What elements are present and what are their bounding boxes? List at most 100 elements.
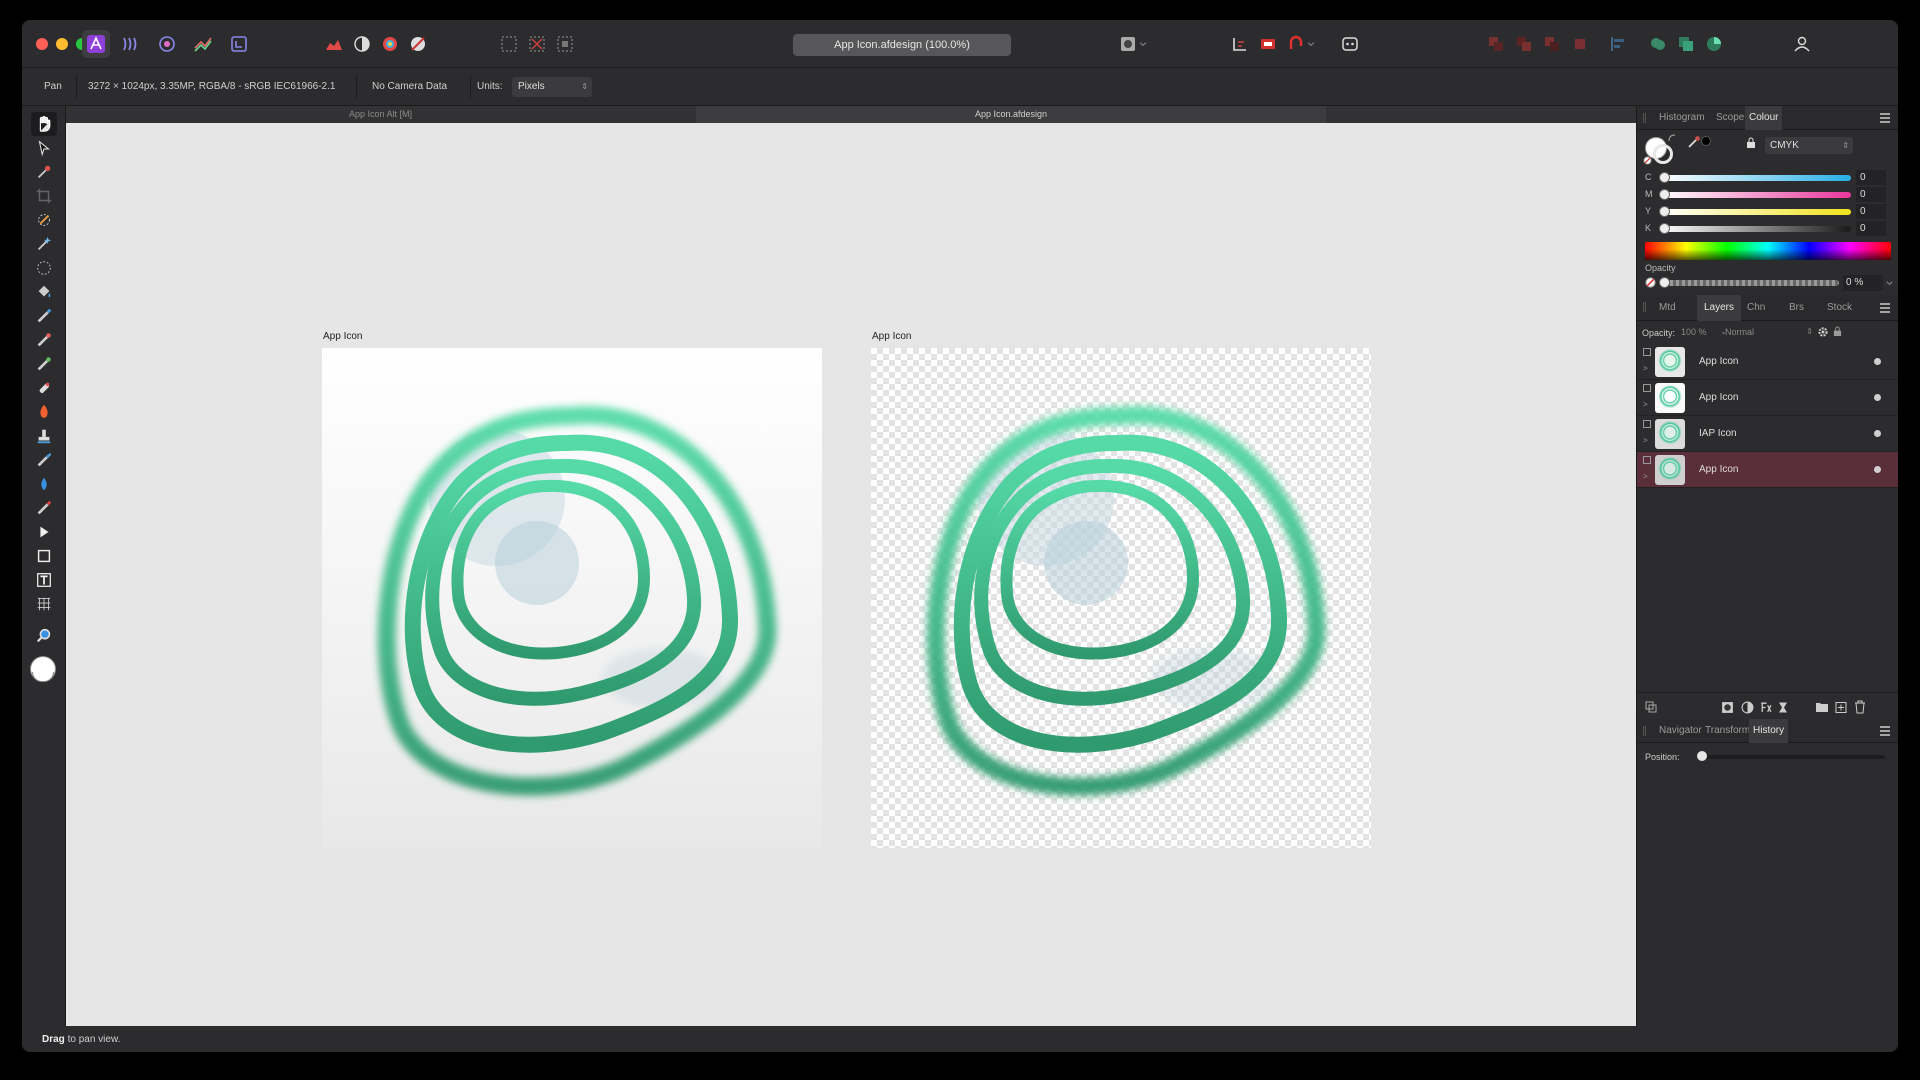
expand-chevron-icon[interactable]: >	[1643, 400, 1648, 409]
magenta-track[interactable]	[1661, 192, 1851, 198]
boolean-add-icon[interactable]	[1644, 30, 1672, 58]
opacity-slider[interactable]	[1661, 280, 1839, 286]
yellow-track[interactable]	[1661, 209, 1851, 215]
expand-chevron-icon[interactable]: >	[1643, 472, 1648, 481]
expand-chevron-icon[interactable]: >	[1643, 364, 1648, 373]
assistant-icon[interactable]	[1254, 30, 1282, 58]
layer-row[interactable]: > App Icon	[1637, 344, 1898, 380]
mask-icon[interactable]	[1721, 701, 1734, 714]
no-fill-icon[interactable]	[1643, 156, 1652, 165]
tab-navigator[interactable]: Navigator	[1655, 719, 1706, 743]
visibility-toggle[interactable]	[1874, 358, 1881, 365]
black-value[interactable]: 0	[1856, 221, 1886, 236]
deselect-icon[interactable]	[523, 30, 551, 58]
layer-row[interactable]: > App Icon	[1637, 380, 1898, 416]
arrange-back-icon[interactable]	[1482, 30, 1510, 58]
auto-contrast-icon[interactable]	[348, 30, 376, 58]
visibility-toggle[interactable]	[1874, 466, 1881, 473]
levels-icon[interactable]	[320, 30, 348, 58]
units-select[interactable]: Pixels ⇕	[512, 77, 592, 97]
group-icon[interactable]	[1815, 701, 1829, 713]
live-filter-icon[interactable]	[1759, 701, 1772, 714]
tab-app-icon-alt[interactable]: App Icon Alt [M]	[66, 106, 695, 123]
panel-menu-icon[interactable]	[1879, 302, 1891, 314]
colour-picker-tool-icon[interactable]	[31, 160, 57, 184]
healing-brush-tool-icon[interactable]	[31, 376, 57, 400]
black-slider[interactable]: K 0	[1645, 221, 1895, 236]
mesh-warp-tool-icon[interactable]	[31, 592, 57, 616]
yellow-knob[interactable]	[1659, 206, 1670, 217]
snapping-icon[interactable]	[1226, 30, 1254, 58]
adjustment-icon[interactable]	[1741, 701, 1754, 714]
boolean-intersect-icon[interactable]	[1700, 30, 1728, 58]
layer-options-icon[interactable]	[1645, 701, 1657, 713]
cyan-value[interactable]: 0	[1856, 170, 1886, 185]
picked-colour-swatch[interactable]	[1701, 136, 1711, 146]
visibility-toggle[interactable]	[1874, 394, 1881, 401]
cyan-knob[interactable]	[1659, 172, 1670, 183]
tab-brushes[interactable]: Brs	[1785, 295, 1808, 321]
tab-channels[interactable]: Chn	[1743, 295, 1769, 321]
blur-tool-icon[interactable]	[31, 472, 57, 496]
gradient-tool-icon[interactable]	[31, 496, 57, 520]
rectangle-tool-icon[interactable]	[31, 544, 57, 568]
expand-chevron-icon[interactable]: >	[1643, 436, 1648, 445]
paint-brush-tool-icon[interactable]	[31, 304, 57, 328]
tab-transform[interactable]: Transform	[1701, 719, 1754, 743]
gear-icon[interactable]	[1817, 326, 1829, 338]
lock-icon[interactable]	[1833, 326, 1842, 337]
zoom-tool-icon[interactable]	[31, 624, 57, 648]
panel-grip[interactable]	[1643, 113, 1646, 123]
colour-replacement-tool-icon[interactable]	[31, 328, 57, 352]
chevron-down-icon[interactable]	[1885, 279, 1894, 288]
tab-histogram[interactable]: Histogram	[1655, 106, 1709, 130]
magenta-slider[interactable]: M 0	[1645, 187, 1895, 202]
panel-grip[interactable]	[1643, 302, 1646, 312]
tab-stock[interactable]: Stock	[1823, 295, 1856, 321]
history-position-slider[interactable]	[1699, 755, 1885, 759]
marquee-tool-icon[interactable]	[31, 256, 57, 280]
opacity-value[interactable]: 0 %	[1843, 275, 1883, 291]
view-mode-icon[interactable]	[1336, 30, 1364, 58]
account-icon[interactable]	[1788, 30, 1816, 58]
layer-row-selected[interactable]: > App Icon	[1637, 452, 1898, 488]
pixel-layer-icon[interactable]	[1777, 701, 1789, 714]
history-position-knob[interactable]	[1697, 751, 1707, 761]
artboard-app-icon-transparent[interactable]	[871, 348, 1371, 848]
colour-model-select[interactable]: CMYK ⇕	[1765, 137, 1853, 154]
tab-history[interactable]: History	[1749, 719, 1789, 743]
visibility-toggle[interactable]	[1874, 430, 1881, 437]
tab-app-icon[interactable]: App Icon.afdesign	[696, 106, 1326, 123]
magenta-knob[interactable]	[1659, 189, 1670, 200]
tab-colour[interactable]: Colour	[1745, 106, 1783, 130]
export-persona-icon[interactable]	[225, 30, 253, 58]
auto-white-balance-icon[interactable]	[404, 30, 432, 58]
photo-persona-icon[interactable]	[82, 30, 110, 58]
layer-row[interactable]: > IAP Icon	[1637, 416, 1898, 452]
clone-stamp-tool-icon[interactable]	[31, 424, 57, 448]
arrange-front-icon[interactable]	[1566, 30, 1594, 58]
selection-brush-tool-icon[interactable]	[31, 208, 57, 232]
move-tool-icon[interactable]	[31, 136, 57, 160]
layer-opacity-field[interactable]: 100 % ⌄	[1681, 324, 1729, 340]
flood-select-tool-icon[interactable]	[31, 232, 57, 256]
add-layer-icon[interactable]	[1835, 701, 1847, 714]
view-tool-hand-icon[interactable]	[31, 112, 57, 136]
swap-colours-icon[interactable]	[1667, 133, 1677, 143]
panel-grip[interactable]	[1643, 726, 1646, 736]
text-tool-icon[interactable]	[31, 568, 57, 592]
crop-tool-icon[interactable]	[31, 184, 57, 208]
lock-icon[interactable]	[1746, 137, 1756, 149]
chevron-down-icon[interactable]	[1304, 30, 1318, 58]
burn-tool-icon[interactable]	[31, 400, 57, 424]
no-colour-icon[interactable]	[1645, 277, 1656, 288]
eyedropper-icon[interactable]	[1687, 135, 1701, 149]
auto-colour-icon[interactable]	[376, 30, 404, 58]
black-track[interactable]	[1661, 226, 1851, 232]
select-all-icon[interactable]	[495, 30, 523, 58]
tab-scope[interactable]: Scope	[1712, 106, 1748, 130]
trash-icon[interactable]	[1854, 700, 1866, 714]
yellow-slider[interactable]: Y 0	[1645, 204, 1895, 219]
tab-metadata[interactable]: Mtd	[1655, 295, 1680, 321]
develop-persona-icon[interactable]	[153, 30, 181, 58]
